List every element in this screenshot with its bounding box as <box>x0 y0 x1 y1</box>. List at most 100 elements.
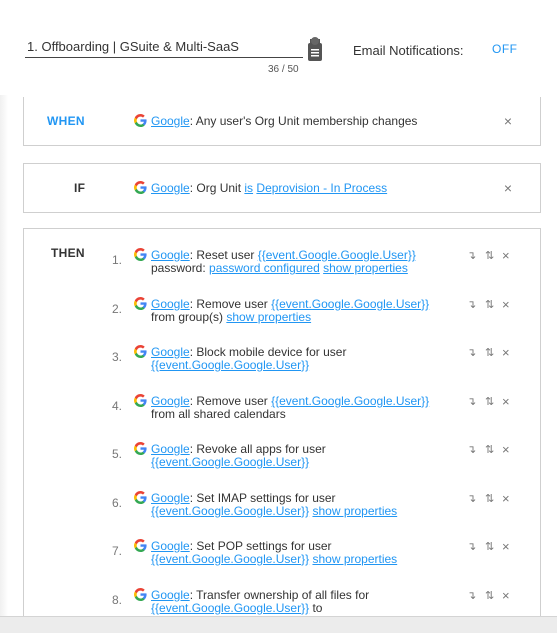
close-icon[interactable]: × <box>504 113 512 129</box>
action-description: Google: Reset user {{event.Google.Google… <box>134 248 416 275</box>
action-line2: from group(s) show properties <box>134 311 429 324</box>
action-line2-link[interactable]: {{event.Google.Google.User}} <box>151 601 309 615</box>
action-service-link[interactable]: Google <box>151 588 190 602</box>
action-text: : Transfer ownership of all files for <box>189 588 370 602</box>
action-line2: {{event.Google.Google.User}} show proper… <box>134 505 397 518</box>
action-row: 5. Google: Revoke all apps for user {{even… <box>24 442 540 486</box>
close-icon[interactable]: × <box>502 297 510 312</box>
reorder-arrows-icon[interactable]: ⇅ <box>485 395 494 408</box>
close-icon[interactable]: × <box>502 588 510 603</box>
google-g-icon <box>134 181 147 194</box>
when-card: WHEN Google: Any user's Org Unit members… <box>23 97 541 146</box>
action-number: 4. <box>111 399 122 413</box>
action-row: 4. Google: Remove user {{event.Google.Goo… <box>24 394 540 438</box>
action-description: Google: Remove user {{event.Google.Googl… <box>134 394 429 421</box>
indent-arrow-icon[interactable]: ↴ <box>467 249 476 262</box>
reorder-arrows-icon[interactable]: ⇅ <box>485 249 494 262</box>
close-icon[interactable]: × <box>504 180 512 196</box>
reorder-arrows-icon[interactable]: ⇅ <box>485 298 494 311</box>
action-line2-link[interactable]: {{event.Google.Google.User}} <box>151 455 309 469</box>
action-text: : Set POP settings for user <box>189 539 332 553</box>
reorder-arrows-icon[interactable]: ⇅ <box>485 443 494 456</box>
show-properties-link[interactable]: show properties <box>312 504 397 518</box>
google-g-icon <box>134 588 147 601</box>
close-icon[interactable]: × <box>502 345 510 360</box>
if-condition-text: : Org Unit <box>189 181 245 195</box>
action-line2-link[interactable]: password configured <box>209 261 320 275</box>
indent-arrow-icon[interactable]: ↴ <box>467 298 476 311</box>
action-number: 6. <box>111 496 122 510</box>
close-icon[interactable]: × <box>502 491 510 506</box>
reorder-arrows-icon[interactable]: ⇅ <box>485 589 494 602</box>
action-row: 6. Google: Set IMAP settings for user {{ev… <box>24 491 540 535</box>
show-properties-link[interactable]: show properties <box>323 261 408 275</box>
when-condition: Google: Any user's Org Unit membership c… <box>134 114 417 128</box>
if-service-link[interactable]: Google <box>151 181 190 195</box>
indent-arrow-icon[interactable]: ↴ <box>467 395 476 408</box>
action-description: Google: Set IMAP settings for user {{even… <box>134 491 397 518</box>
save-file-icon[interactable] <box>305 36 325 64</box>
reorder-arrows-icon[interactable]: ⇅ <box>485 492 494 505</box>
action-text: : Remove user <box>189 394 272 408</box>
action-line2-link[interactable]: {{event.Google.Google.User}} <box>151 358 309 372</box>
action-row: 7. Google: Set POP settings for user {{eve… <box>24 539 540 583</box>
if-value-link[interactable]: Deprovision - In Process <box>256 181 387 195</box>
action-line2: {{event.Google.Google.User}} show proper… <box>134 553 397 566</box>
show-properties-link[interactable]: show properties <box>312 552 397 566</box>
action-variable-link[interactable]: {{event.Google.Google.User}} <box>271 297 429 311</box>
action-line2-text: from all shared calendars <box>151 407 286 421</box>
action-number: 5. <box>111 447 122 461</box>
action-number: 7. <box>111 544 122 558</box>
action-number: 2. <box>111 302 122 316</box>
action-description: Google: Block mobile device for user {{ev… <box>134 345 346 372</box>
reorder-arrows-icon[interactable]: ⇅ <box>485 540 494 553</box>
action-service-link[interactable]: Google <box>151 248 190 262</box>
action-service-link[interactable]: Google <box>151 491 190 505</box>
bottom-bar <box>0 616 557 633</box>
reorder-arrows-icon[interactable]: ⇅ <box>485 346 494 359</box>
action-line2-link[interactable]: {{event.Google.Google.User}} <box>151 504 309 518</box>
action-row: 1. Google: Reset user {{event.Google.Goog… <box>24 248 540 292</box>
action-line2: password: password configured show prope… <box>134 262 416 275</box>
action-variable-link[interactable]: {{event.Google.Google.User}} <box>271 394 429 408</box>
action-line2-link[interactable]: show properties <box>226 310 311 324</box>
indent-arrow-icon[interactable]: ↴ <box>467 492 476 505</box>
when-service-link[interactable]: Google <box>151 114 190 128</box>
action-row: 2. Google: Remove user {{event.Google.Goo… <box>24 297 540 341</box>
action-service-link[interactable]: Google <box>151 297 190 311</box>
close-icon[interactable]: × <box>502 539 510 554</box>
action-line2: {{event.Google.Google.User}} to <box>134 602 369 615</box>
action-number: 3. <box>111 350 122 364</box>
action-service-link[interactable]: Google <box>151 394 190 408</box>
action-line2-text: password: <box>151 261 210 275</box>
action-description: Google: Set POP settings for user {{event… <box>134 539 397 566</box>
close-icon[interactable]: × <box>502 248 510 263</box>
when-label: WHEN <box>47 114 85 128</box>
indent-arrow-icon[interactable]: ↴ <box>467 346 476 359</box>
character-count: 36 / 50 <box>268 64 299 75</box>
action-service-link[interactable]: Google <box>151 539 190 553</box>
action-service-link[interactable]: Google <box>151 442 190 456</box>
close-icon[interactable]: × <box>502 394 510 409</box>
indent-arrow-icon[interactable]: ↴ <box>467 443 476 456</box>
google-g-icon <box>134 394 147 407</box>
action-service-link[interactable]: Google <box>151 345 190 359</box>
action-text: : Revoke all apps for user <box>189 442 326 456</box>
action-text: : Reset user <box>189 248 258 262</box>
close-icon[interactable]: × <box>502 442 510 457</box>
email-notifications-toggle[interactable]: OFF <box>492 42 518 56</box>
action-line2-link[interactable]: {{event.Google.Google.User}} <box>151 552 309 566</box>
action-description: Google: Transfer ownership of all files … <box>134 588 369 615</box>
action-variable-link[interactable]: {{event.Google.Google.User}} <box>258 248 416 262</box>
action-description: Google: Revoke all apps for user {{event.… <box>134 442 326 469</box>
action-text: : Remove user <box>189 297 272 311</box>
indent-arrow-icon[interactable]: ↴ <box>467 540 476 553</box>
rule-title-input[interactable] <box>25 36 303 58</box>
google-g-icon <box>134 442 147 455</box>
action-text: : Set IMAP settings for user <box>189 491 336 505</box>
action-line2: {{event.Google.Google.User}} <box>134 456 326 469</box>
indent-arrow-icon[interactable]: ↴ <box>467 589 476 602</box>
if-operator-link[interactable]: is <box>244 181 253 195</box>
if-card: IF Google: Org Unit is Deprovision - In … <box>23 163 541 213</box>
google-g-icon <box>134 539 147 552</box>
